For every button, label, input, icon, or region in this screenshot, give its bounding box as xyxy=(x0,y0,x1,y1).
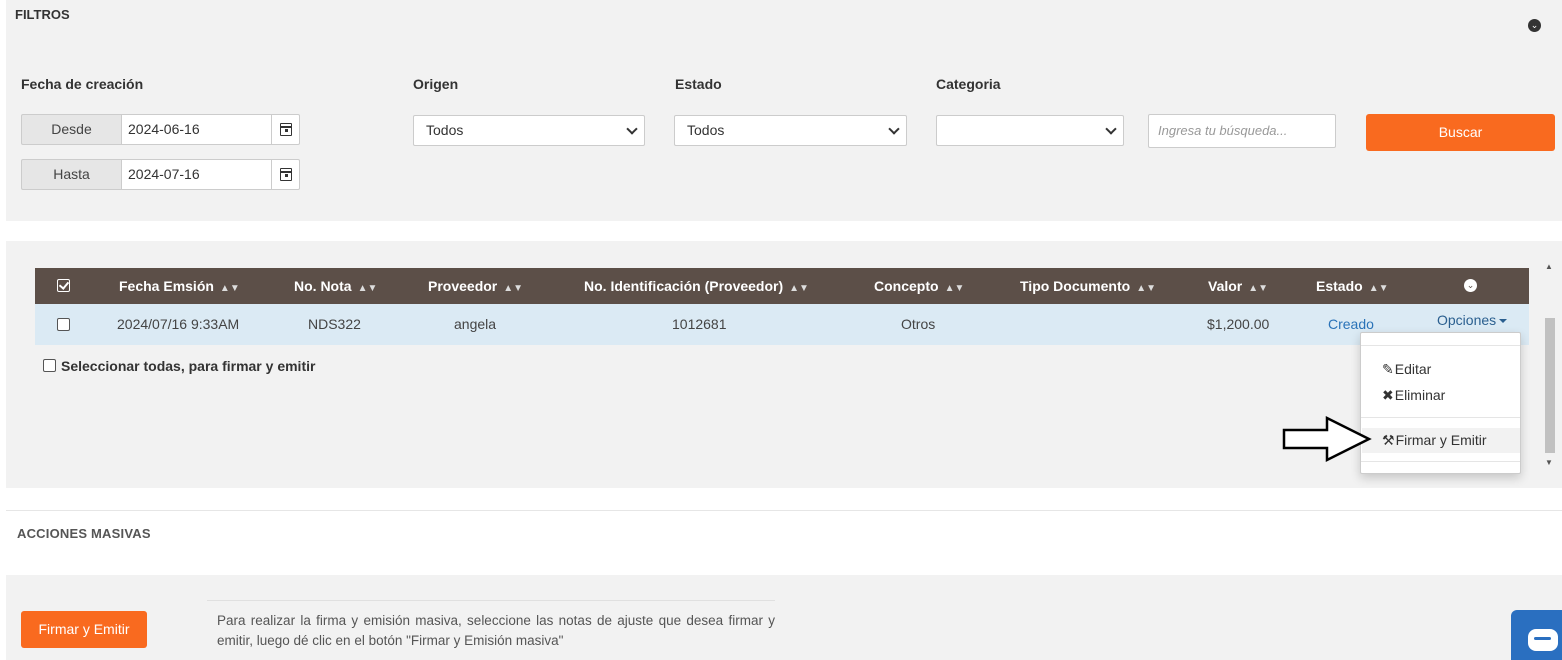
col-identificacion[interactable]: No. Identificación (Proveedor) ▲▼ xyxy=(584,268,809,304)
menu-item-eliminar[interactable]: ✖Eliminar xyxy=(1362,383,1520,408)
table-scrollbar[interactable]: ▲ ▼ xyxy=(1540,262,1558,472)
hasta-date-input[interactable]: 2024-07-16 xyxy=(121,159,272,190)
sort-icon: ▲▼ xyxy=(357,283,378,294)
gavel-icon: ⚒ xyxy=(1382,432,1395,448)
sort-icon: ▲▼ xyxy=(944,283,965,294)
select-all-checkbox[interactable] xyxy=(43,359,56,372)
cell-valor: $1,200.00 xyxy=(1207,316,1270,332)
sort-icon: ▲▼ xyxy=(219,283,240,294)
calendar-icon xyxy=(280,123,292,136)
calendar-icon xyxy=(280,168,292,181)
origen-select-value: Todos xyxy=(426,122,464,138)
cell-fecha: 2024/07/16 9:33AM xyxy=(117,316,240,332)
fecha-creacion-label: Fecha de creación xyxy=(21,76,144,92)
scroll-up-icon[interactable]: ▲ xyxy=(1545,262,1553,271)
origen-label: Origen xyxy=(413,76,459,92)
desde-date-input[interactable]: 2024-06-16 xyxy=(121,114,272,145)
buscar-button[interactable]: Buscar xyxy=(1366,114,1555,151)
estado-select-value: Todos xyxy=(687,122,725,138)
hasta-calendar-button[interactable] xyxy=(271,159,300,190)
filters-title: FILTROS xyxy=(15,7,70,22)
chat-widget-button[interactable] xyxy=(1511,610,1562,660)
estado-label: Estado xyxy=(675,76,722,92)
menu-divider xyxy=(1361,345,1520,346)
scroll-down-icon[interactable]: ▼ xyxy=(1545,458,1553,467)
categoria-select[interactable] xyxy=(936,115,1124,146)
menu-item-firmar-emitir[interactable]: ⚒Firmar y Emitir xyxy=(1362,428,1520,453)
categoria-label: Categoria xyxy=(936,76,1001,92)
col-valor[interactable]: Valor ▲▼ xyxy=(1208,268,1268,304)
close-icon: ✖ xyxy=(1382,387,1394,403)
sort-icon: ▲▼ xyxy=(1136,283,1156,294)
hasta-addon: Hasta xyxy=(21,159,121,190)
select-all-check-icon[interactable] xyxy=(57,279,70,292)
caret-down-icon xyxy=(1499,319,1508,324)
acciones-help-text: Para realizar la firma y emisión masiva,… xyxy=(217,613,775,648)
col-tipo-documento[interactable]: Tipo Documento ▲▼ xyxy=(1020,268,1156,304)
chevron-down-icon xyxy=(1105,123,1117,135)
edit-icon: ✎ xyxy=(1382,361,1394,377)
options-chevron-icon[interactable]: ⌄ xyxy=(1464,279,1477,292)
col-proveedor[interactable]: Proveedor ▲▼ xyxy=(428,268,523,304)
col-concepto[interactable]: Concepto ▲▼ xyxy=(874,268,964,304)
table-header: Fecha Emsión ▲▼ No. Nota ▲▼ Proveedor ▲▼ No… xyxy=(35,268,1529,304)
arrow-right-icon xyxy=(1282,415,1372,463)
row-checkbox[interactable] xyxy=(57,318,70,331)
sort-icon: ▲▼ xyxy=(1368,283,1389,294)
sort-icon: ▲▼ xyxy=(503,283,524,294)
collapse-chevron-icon[interactable]: ⌄ xyxy=(1528,19,1541,32)
origen-select[interactable]: Todos xyxy=(413,115,645,146)
opciones-menu: ✎Editar ✖Eliminar ⚒Firmar y Emitir xyxy=(1360,332,1521,474)
chevron-down-icon xyxy=(626,123,638,135)
desde-calendar-button[interactable] xyxy=(271,114,300,145)
col-estado[interactable]: Estado ▲▼ xyxy=(1316,268,1388,304)
chat-icon xyxy=(1528,629,1558,651)
col-fecha-emision[interactable]: Fecha Emsión ▲▼ xyxy=(119,268,240,304)
select-all-label: Seleccionar todas, para firmar y emitir xyxy=(61,358,316,374)
cell-identificacion: 1012681 xyxy=(672,316,727,332)
table-row: 2024/07/16 9:33AM NDS322 angela 1012681 … xyxy=(35,304,1529,345)
menu-divider xyxy=(1361,461,1520,462)
divider xyxy=(207,600,775,601)
firmar-emitir-masivo-button[interactable]: Firmar y Emitir xyxy=(21,611,147,648)
scroll-thumb[interactable] xyxy=(1545,318,1555,453)
cell-proveedor: angela xyxy=(454,316,497,332)
col-no-nota[interactable]: No. Nota ▲▼ xyxy=(294,268,377,304)
sort-icon: ▲▼ xyxy=(789,283,809,294)
cell-concepto: Otros xyxy=(901,316,936,332)
menu-divider xyxy=(1361,417,1520,418)
menu-item-editar[interactable]: ✎Editar xyxy=(1362,357,1520,382)
estado-select[interactable]: Todos xyxy=(674,115,907,146)
select-all-control[interactable]: Seleccionar todas, para firmar y emitir xyxy=(43,358,315,374)
search-input[interactable]: Ingresa tu búsqueda... xyxy=(1148,114,1336,148)
acciones-masivas-title: ACCIONES MASIVAS xyxy=(17,526,151,541)
cell-nota: NDS322 xyxy=(308,316,361,332)
chevron-down-icon xyxy=(888,123,900,135)
sort-icon: ▲▼ xyxy=(1248,283,1269,294)
desde-addon: Desde xyxy=(21,114,121,145)
